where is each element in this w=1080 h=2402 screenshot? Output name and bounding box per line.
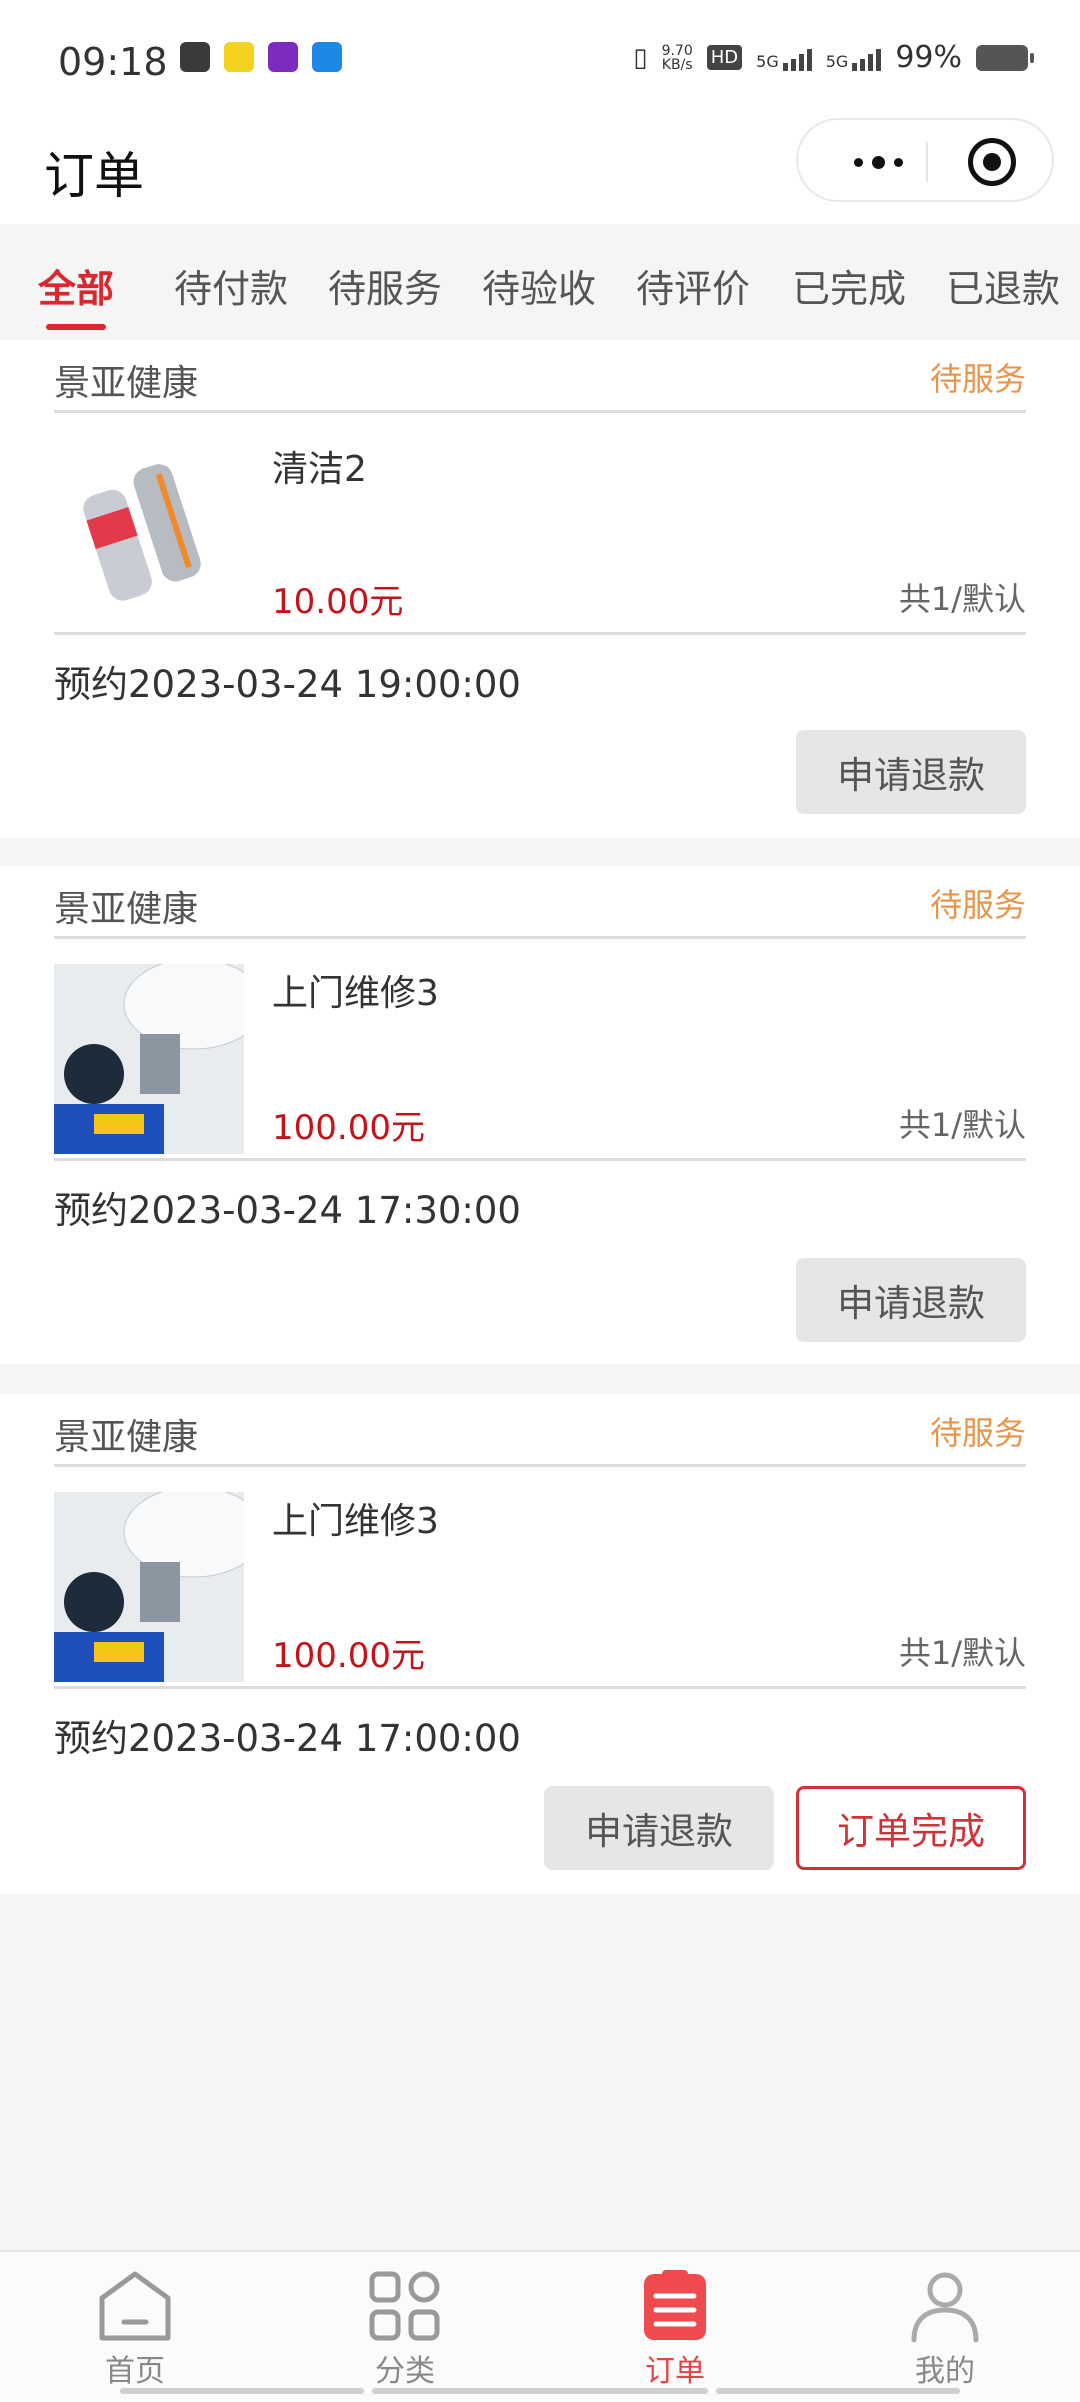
item-quantity: 共1/默认 xyxy=(898,1106,1026,1144)
item-name[interactable]: 上门维修3 xyxy=(272,1492,439,1544)
tabbar-label: 我的 xyxy=(915,2354,975,2389)
appointment-time: 预约2023-03-24 19:00:00 xyxy=(54,663,521,706)
appointment-time: 预约2023-03-24 17:00:00 xyxy=(54,1717,521,1760)
divider xyxy=(54,632,1026,635)
tab-refunded[interactable]: 已退款 xyxy=(946,258,1060,313)
tab-pending-service[interactable]: 待服务 xyxy=(328,258,442,313)
tabbar-label: 分类 xyxy=(375,2354,435,2389)
tabbar-item-profile[interactable]: 我的 xyxy=(865,2268,1025,2390)
capsule-divider xyxy=(926,142,928,182)
navigation-header: 订单 xyxy=(0,118,1080,224)
appointment-time: 预约2023-03-24 17:30:00 xyxy=(54,1189,521,1232)
app-notification-icon xyxy=(312,42,342,72)
complete-order-button[interactable]: 订单完成 xyxy=(796,1786,1026,1870)
tabbar-item-category[interactable]: 分类 xyxy=(325,2268,485,2390)
scroll-indicator xyxy=(716,2388,960,2394)
status-app-icons xyxy=(180,42,342,72)
battery-icon xyxy=(976,44,1034,71)
tab-pending-review[interactable]: 待评价 xyxy=(636,258,750,313)
shop-name: 景亚健康 xyxy=(54,1417,199,1458)
apply-refund-button[interactable]: 申请退款 xyxy=(796,730,1026,814)
scroll-indicator xyxy=(120,2388,364,2394)
product-image[interactable] xyxy=(54,1492,244,1682)
shop-name: 景亚健康 xyxy=(54,889,199,930)
more-menu-icon[interactable] xyxy=(838,142,918,182)
item-price: 100.00元 xyxy=(272,1636,425,1676)
order-card: 景亚健康 待服务 清洁2 10.00元 共1/默认 预约2023-03-24 1… xyxy=(0,340,1080,838)
divider xyxy=(54,1158,1026,1161)
shop-name: 景亚健康 xyxy=(54,363,199,404)
product-image[interactable] xyxy=(54,964,244,1154)
order-list-icon xyxy=(636,2268,714,2344)
vibrate-icon: ▯ xyxy=(633,42,648,73)
user-icon xyxy=(906,2268,984,2344)
order-status: 待服务 xyxy=(929,360,1026,398)
status-indicators: ▯ 9.70 KB/s HD 5G 5G 99% xyxy=(633,40,1034,75)
order-status: 待服务 xyxy=(929,886,1026,924)
apply-refund-button[interactable]: 申请退款 xyxy=(796,1258,1026,1342)
page-title: 订单 xyxy=(44,147,144,205)
active-tab-indicator xyxy=(46,324,106,330)
product-image[interactable] xyxy=(54,440,244,630)
item-quantity: 共1/默认 xyxy=(898,580,1026,618)
item-price: 10.00元 xyxy=(272,582,404,622)
hd-badge: HD xyxy=(706,45,743,70)
status-time: 09:18 xyxy=(58,40,168,84)
battery-percent: 99% xyxy=(895,40,962,75)
miniprogram-capsule xyxy=(796,118,1054,202)
close-miniprogram-icon[interactable] xyxy=(968,138,1016,186)
tabbar-item-orders[interactable]: 订单 xyxy=(595,2268,755,2390)
tab-pending-acceptance[interactable]: 待验收 xyxy=(482,258,596,313)
tabbar-item-home[interactable]: 首页 xyxy=(55,2268,215,2390)
category-icon xyxy=(366,2268,444,2344)
tab-all[interactable]: 全部 xyxy=(38,258,114,313)
signal-bars-icon xyxy=(782,45,812,71)
bottom-tab-bar: 首页 分类 订单 我的 xyxy=(0,2250,1080,2402)
status-bar: 09:18 ▯ 9.70 KB/s HD 5G 5G 99% xyxy=(0,0,1080,118)
item-name[interactable]: 上门维修3 xyxy=(272,964,439,1016)
item-price: 100.00元 xyxy=(272,1108,425,1148)
tabbar-label: 订单 xyxy=(645,2354,705,2389)
net-speed: 9.70 KB/s xyxy=(661,42,693,73)
order-card: 景亚健康 待服务 上门维修3 100.00元 共1/默认 预约2023-03-2… xyxy=(0,866,1080,1364)
scroll-indicator xyxy=(372,2388,708,2394)
divider xyxy=(54,1686,1026,1689)
app-notification-icon xyxy=(268,42,298,72)
tabbar-label: 首页 xyxy=(105,2354,165,2389)
order-card: 景亚健康 待服务 上门维修3 100.00元 共1/默认 预约2023-03-2… xyxy=(0,1394,1080,1894)
app-notification-icon xyxy=(224,42,254,72)
tab-pending-payment[interactable]: 待付款 xyxy=(174,258,288,313)
apply-refund-button[interactable]: 申请退款 xyxy=(544,1786,774,1870)
divider xyxy=(54,1464,1026,1467)
tab-completed[interactable]: 已完成 xyxy=(792,258,906,313)
signal-2: 5G xyxy=(826,45,882,71)
divider xyxy=(54,936,1026,939)
item-name[interactable]: 清洁2 xyxy=(272,440,367,492)
play-icon xyxy=(180,42,210,72)
item-quantity: 共1/默认 xyxy=(898,1634,1026,1672)
divider xyxy=(54,410,1026,413)
signal-1: 5G xyxy=(756,45,812,71)
order-status: 待服务 xyxy=(929,1414,1026,1452)
home-icon xyxy=(96,2268,174,2344)
order-status-tabs: 全部 待付款 待服务 待验收 待评价 已完成 已退款 xyxy=(0,224,1080,340)
signal-bars-icon xyxy=(852,45,882,71)
